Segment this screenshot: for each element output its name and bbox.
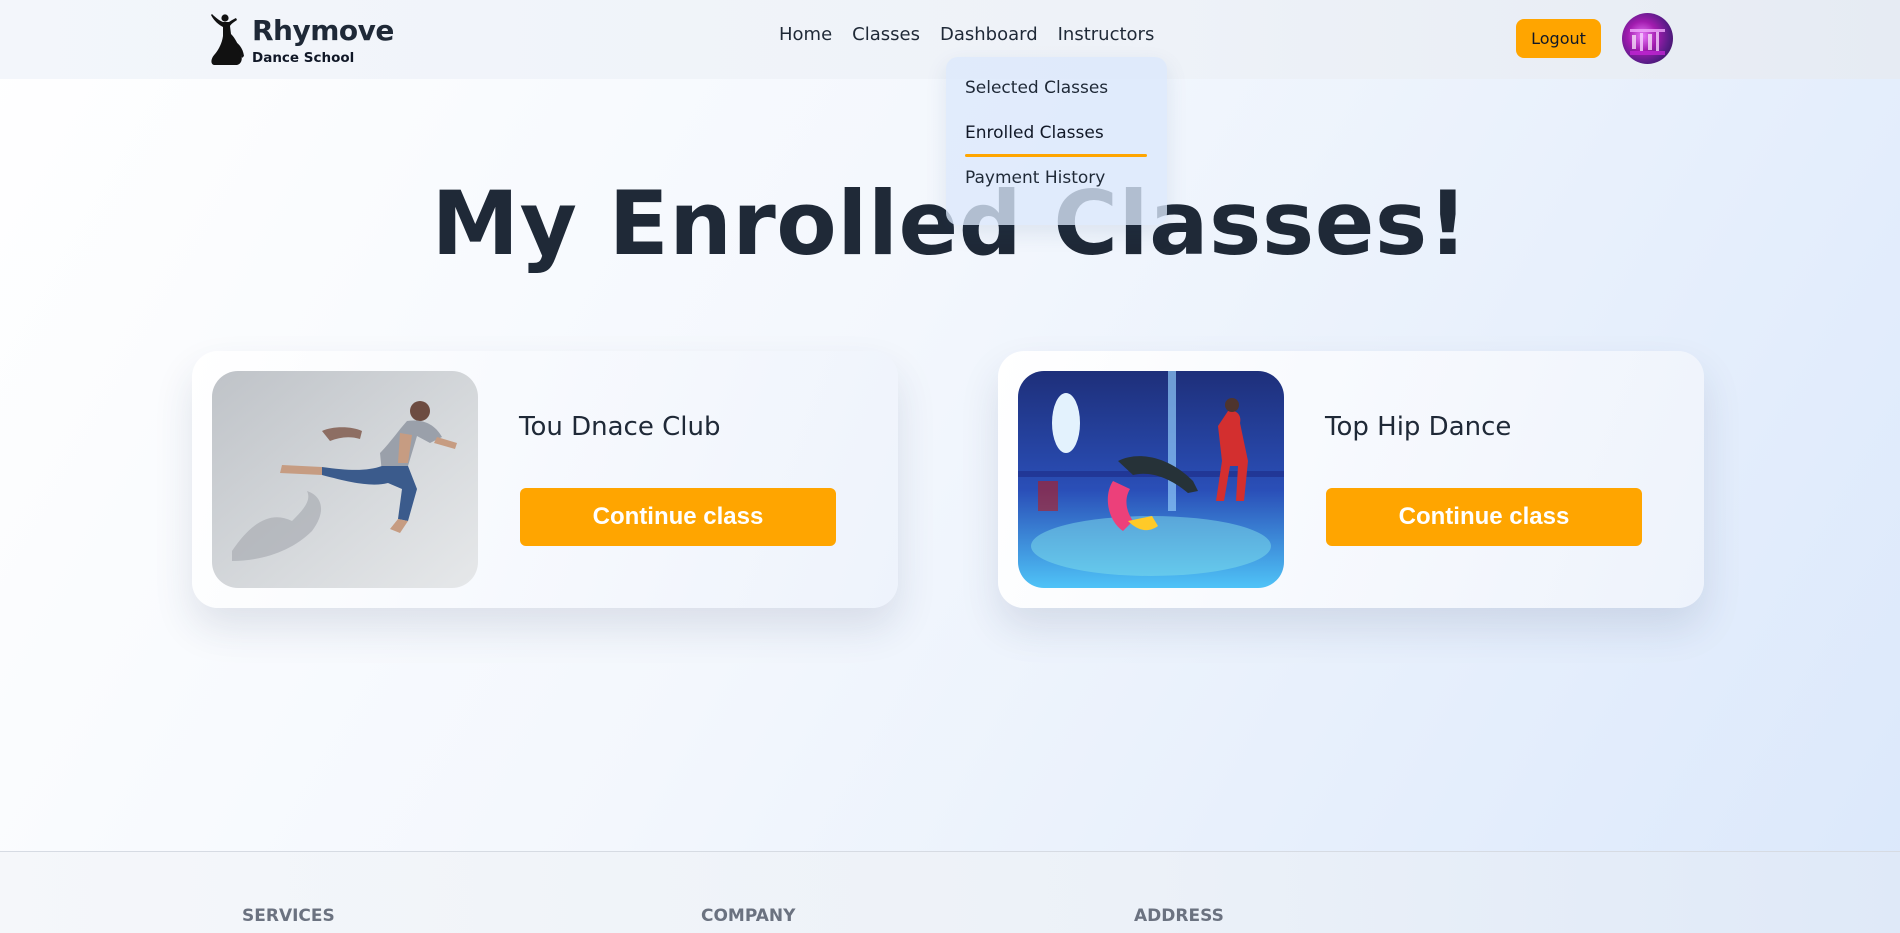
main-nav: Home Classes Dashboard Instructors (779, 24, 1154, 45)
continue-class-button[interactable]: Continue class (1326, 488, 1642, 546)
menu-item-payment-history[interactable]: Payment History (965, 167, 1148, 212)
footer-heading-address: ADDRESS (1134, 906, 1224, 926)
logout-button[interactable]: Logout (1516, 19, 1601, 58)
footer: SERVICES COMPANY ADDRESS (0, 851, 1900, 933)
nav-classes[interactable]: Classes (852, 24, 920, 45)
class-card: Tou Dnace Club Continue class (192, 351, 898, 608)
footer-heading-services: SERVICES (242, 906, 335, 926)
nav-instructors[interactable]: Instructors (1058, 24, 1155, 45)
brand-subtitle: Dance School (252, 50, 355, 66)
avatar[interactable] (1622, 13, 1673, 64)
class-image (1018, 371, 1284, 588)
class-card: Top Hip Dance Continue class (998, 351, 1704, 608)
nav-home[interactable]: Home (779, 24, 832, 45)
class-title: Top Hip Dance (1325, 412, 1512, 442)
brand-name: Rhymove (252, 14, 394, 47)
nav-dashboard[interactable]: Dashboard (940, 24, 1038, 45)
menu-item-enrolled-classes[interactable]: Enrolled Classes (965, 122, 1148, 167)
continue-class-button[interactable]: Continue class (520, 488, 836, 546)
class-title: Tou Dnace Club (519, 412, 721, 442)
class-image (212, 371, 478, 588)
dashboard-dropdown-menu: Selected Classes Enrolled Classes Paymen… (946, 57, 1167, 225)
footer-heading-company: COMPANY (701, 906, 796, 926)
avatar-image (1630, 29, 1665, 55)
brand[interactable]: Rhymove Dance School (208, 12, 394, 68)
dancer-logo-icon (211, 14, 244, 65)
menu-item-selected-classes[interactable]: Selected Classes (965, 77, 1148, 122)
